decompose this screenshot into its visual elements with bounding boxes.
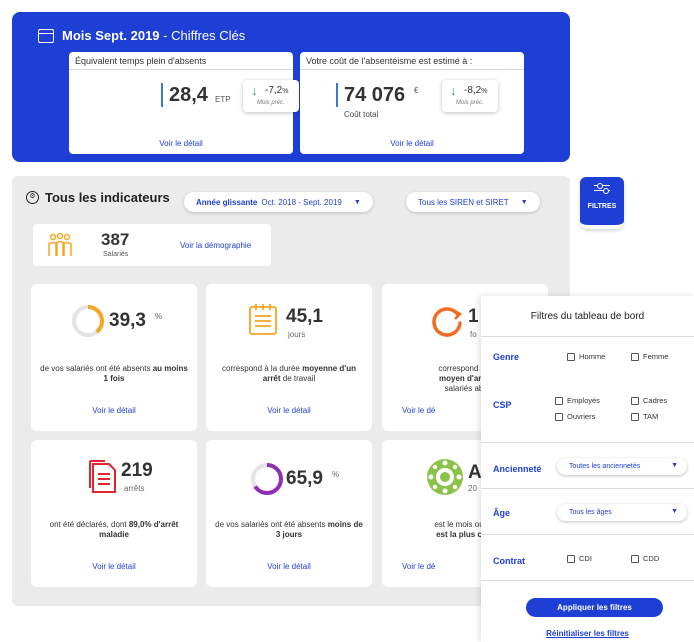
cost-delta-unit: % [481,88,488,95]
indicator-value: 45,1 [286,306,323,327]
arrow-down-icon: ↓ [251,83,258,98]
indicator-value: 65,9 [286,468,323,489]
filter-genre-label: Genre [493,352,520,362]
indicators-icon: ⚙ [26,191,39,204]
demography-link[interactable]: Voir la démographie [180,241,251,250]
siren-select[interactable]: Tous les SIREN et SIRET ▼ [406,192,540,212]
banner-title-rest: - Chiffres Clés [159,28,246,43]
caret-down-icon: ▼ [520,198,528,206]
indicator-unit: 20 [468,484,477,493]
etp-delta-unit: % [282,88,289,95]
etp-delta-value: -7,2 [265,85,283,96]
indicator-description: de vos salariés ont été absents moins de… [215,520,363,539]
sliders-icon-line [594,188,610,194]
etp-delta-label: Mois préc. [257,100,285,106]
age-select[interactable]: Tous les âges ▼ [557,504,687,521]
salaries-count: 387 [101,230,130,249]
calendar-icon [38,28,54,43]
indicator-card-average-duration: 45,1 jours correspond à la durée moyenne… [206,284,372,431]
indicator-detail-link[interactable]: Voir le dé [402,562,435,571]
etp-delta-badge: ↓ -7,2% Mois préc. [243,80,299,112]
documents-icon [89,460,116,493]
cost-sub: Coût total [344,110,379,119]
checkbox-cdi[interactable]: CDI [567,554,592,563]
filters-tab-button[interactable]: FILTRES [580,177,624,229]
anciennete-select[interactable]: Toutes les anciennetés ▼ [557,458,687,475]
caret-down-icon: ▼ [671,508,678,515]
progress-ring-icon [251,463,283,495]
checkbox-ouvriers[interactable]: Ouvriers [555,412,595,421]
indicator-unit: arrêts [124,484,145,493]
indicator-value: 39,3 [109,310,146,331]
arrow-down-icon: ↓ [450,83,457,98]
notepad-icon [249,304,277,335]
indicator-description: de vos salariés ont été absents au moins… [40,364,188,383]
checkbox-homme[interactable]: Homme [567,352,605,361]
indicator-detail-link[interactable]: Voir le détail [206,562,372,571]
filter-csp-label: CSP [493,400,512,410]
indicator-unit: jours [288,330,306,339]
etp-label: Équivalent temps plein d'absents [75,56,207,66]
virus-icon [427,459,463,495]
reset-filters-link[interactable]: Réinitialiser les filtres [481,629,694,638]
apply-filters-button[interactable]: Appliquer les filtres [526,598,663,617]
indicator-card-absent-once: 39,3 % de vos salariés ont été absents a… [31,284,197,431]
indicator-detail-link[interactable]: Voir le détail [31,562,197,571]
filters-panel: Filtres du tableau de bord Genre Homme F… [481,296,694,642]
filter-contrat-label: Contrat [493,556,525,566]
etp-detail-link[interactable]: Voir le détail [69,139,293,148]
caret-down-icon: ▼ [353,198,361,206]
checkbox-femme[interactable]: Femme [631,352,668,361]
key-figures-banner: Mois Sept. 2019 - Chiffres Clés Équivale… [12,12,570,162]
cost-delta-badge: ↓ -8,2% Mois préc. [442,80,498,112]
cost-detail-link[interactable]: Voir le détail [300,139,524,148]
checkbox-cdd[interactable]: CDD [631,554,659,563]
checkbox-cadres[interactable]: Cadres [631,396,667,405]
sliders-icon [594,183,610,189]
indicator-unit: % [332,470,340,479]
indicator-detail-link[interactable]: Voir le détail [31,406,197,415]
cost-delta-label: Mois préc. [456,100,484,106]
etp-unit: ETP [215,95,231,104]
indicators-title-text: Tous les indicateurs [45,190,170,205]
refresh-icon [432,307,463,337]
indicator-detail-link[interactable]: Voir le dé [402,406,435,415]
indicator-unit: % [155,312,163,321]
etp-value: 28,4 [169,84,208,106]
period-select[interactable]: Année glissante Oct. 2018 - Sept. 2019 ▼ [184,192,373,212]
cost-value: 74 076 [344,84,406,106]
cost-unit: € [414,86,419,95]
checkbox-employes[interactable]: Employés [555,396,600,405]
filters-title: Filtres du tableau de bord [530,311,645,322]
indicator-value: 1 [468,306,479,327]
filters-tab-label: FILTRES [587,203,617,210]
cost-delta-value: -8,2 [464,85,482,96]
indicator-value: 219 [121,460,153,481]
indicator-value: A [468,462,482,483]
checkbox-tam[interactable]: TAM [631,412,658,421]
progress-ring-icon [72,305,104,337]
indicator-card-stoppages: 219 arrêts ont été déclarés, dont 89,0% … [31,440,197,587]
indicator-detail-link[interactable]: Voir le détail [206,406,372,415]
period-select-bold: Année glissante [196,197,258,207]
filter-anciennete-label: Ancienneté [493,464,542,474]
indicators-title: ⚙ Tous les indicateurs [26,190,170,205]
caret-down-icon: ▼ [671,462,678,469]
etp-card: Équivalent temps plein d'absents 28,4 ET… [69,52,299,154]
cost-label: Votre coût de l'absentéisme est estimé à… [306,56,473,66]
indicator-unit: fo [470,330,477,339]
indicator-card-short-absence: 65,9 % de vos salariés ont été absents m… [206,440,372,587]
indicator-description: ont été déclarés, dont 89,0% d'arrêt mal… [49,520,179,539]
banner-title: Mois Sept. 2019 - Chiffres Clés [38,28,245,43]
cost-card: Votre coût de l'absentéisme est estimé à… [300,52,524,154]
siren-select-value: Tous les SIREN et SIRET [418,197,509,207]
salaries-label: Salariés [103,251,129,258]
indicator-description: correspond à la durée moyenne d'un arrêt… [222,364,356,383]
salaries-card: 387 Salariés Voir la démographie [33,224,271,266]
period-select-range: Oct. 2018 - Sept. 2019 [261,197,342,207]
banner-title-month: Mois Sept. 2019 [62,28,160,43]
people-icon [48,232,72,256]
filter-age-label: Âge [493,508,511,518]
